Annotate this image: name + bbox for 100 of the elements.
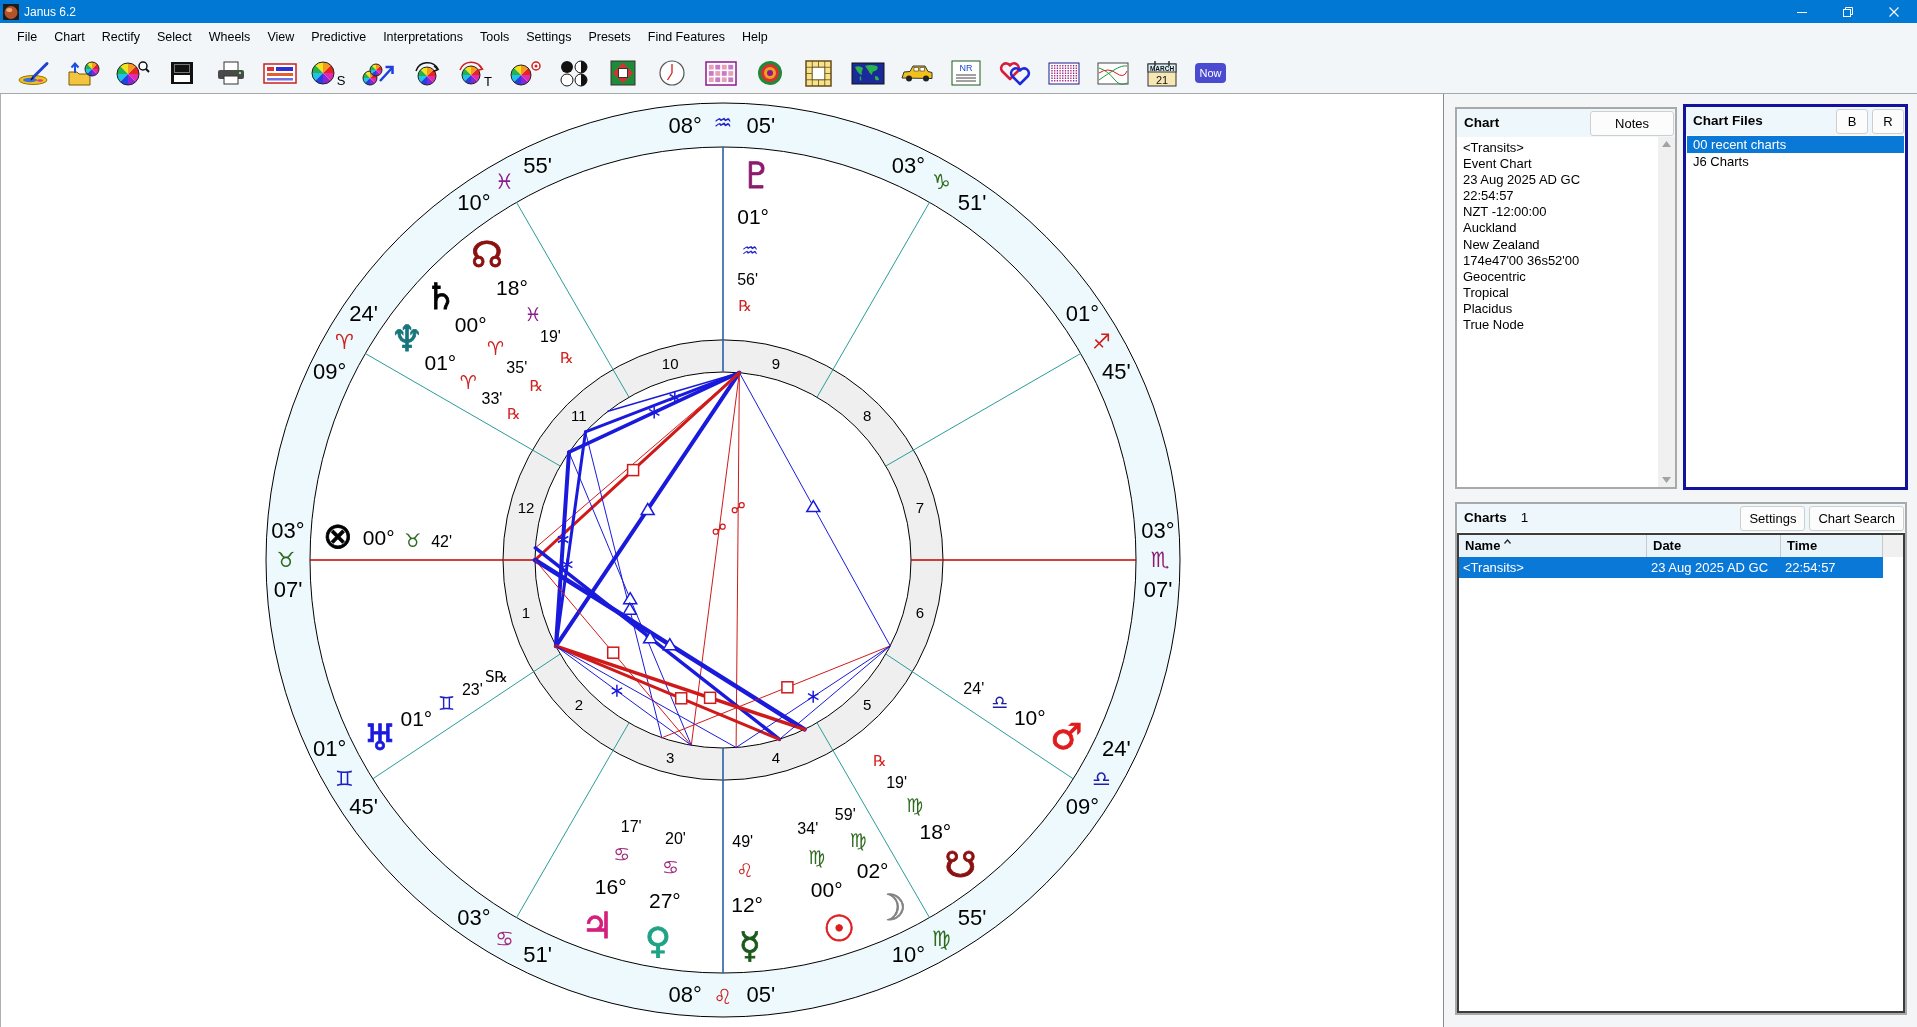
close-icon[interactable] bbox=[1889, 6, 1899, 17]
restore-icon[interactable] bbox=[1843, 6, 1853, 17]
planet-symbol: ☉ bbox=[822, 907, 856, 949]
chart-info-line: Event Chart bbox=[1463, 156, 1533, 173]
zodiac-sign: ♍ bbox=[932, 926, 951, 951]
retrograde-mark: ℞ bbox=[738, 297, 752, 315]
zodiac-sign: ♋ bbox=[495, 926, 514, 951]
panel-button[interactable]: Settings bbox=[1740, 505, 1806, 531]
planet-symbol: ☽ bbox=[874, 887, 907, 929]
panel-title: Chart Files bbox=[1693, 111, 1763, 130]
zodiac-sign: ♍ bbox=[849, 829, 867, 852]
chart-info-line: Tropical bbox=[1463, 284, 1510, 301]
planet-minutes: 20' bbox=[665, 829, 686, 847]
document-icon[interactable]: NR bbox=[948, 58, 983, 87]
opposition-icon bbox=[731, 502, 745, 514]
notes-button[interactable]: Notes bbox=[1590, 110, 1674, 136]
planet-symbol: ♀ bbox=[644, 920, 672, 961]
sextile-icon bbox=[807, 689, 820, 704]
zodiac-sign: ♉ bbox=[404, 528, 422, 551]
planet-minutes: 17' bbox=[620, 818, 642, 836]
zodiac-sign: ♒ bbox=[713, 111, 733, 135]
menu-item[interactable]: Rectify bbox=[93, 23, 149, 52]
cusp-minutes: 55' bbox=[523, 152, 552, 178]
trine-icon bbox=[622, 601, 638, 615]
cusp-minutes: 45' bbox=[1102, 359, 1131, 385]
planet-minutes: 34' bbox=[797, 820, 819, 838]
menu-item[interactable]: Select bbox=[148, 23, 201, 52]
cusp-degree: 10° bbox=[457, 189, 491, 215]
cusp-minutes: 07' bbox=[1143, 577, 1173, 603]
zodiac-sign: ♍ bbox=[906, 794, 923, 817]
house-number: 4 bbox=[771, 748, 780, 766]
zodiac-sign: ♐ bbox=[1092, 329, 1111, 354]
house-number: 6 bbox=[915, 604, 925, 622]
zodiac-sign: ♈ bbox=[487, 336, 504, 359]
menu-item[interactable]: View bbox=[258, 23, 303, 52]
cusp-minutes: 24' bbox=[349, 300, 378, 326]
square-icon bbox=[626, 463, 640, 477]
folder-wheel-icon[interactable] bbox=[66, 58, 101, 87]
house-number: 12 bbox=[517, 498, 535, 516]
planet-minutes: 33' bbox=[481, 389, 503, 407]
menu-item[interactable]: Presets bbox=[579, 23, 640, 52]
now-button[interactable]: Now bbox=[1195, 62, 1226, 83]
table-cell-text: 23 Aug 2025 AD GC bbox=[1650, 559, 1770, 577]
zodiac-sign: ♍ bbox=[808, 845, 825, 868]
retrograde-mark: ℞ bbox=[560, 349, 574, 368]
planet-minutes: 49' bbox=[732, 832, 754, 850]
chart-info-line: 23 Aug 2025 AD GC bbox=[1463, 172, 1582, 189]
planet-symbol: ☊ bbox=[471, 234, 503, 276]
cusp-degree: 01° bbox=[312, 735, 347, 761]
sextile-icon bbox=[561, 557, 574, 572]
menu-item[interactable]: Tools bbox=[471, 23, 518, 52]
square-icon bbox=[606, 646, 620, 659]
menu-item[interactable]: Find Features bbox=[639, 23, 734, 52]
file-list-item[interactable]: 00 recent charts bbox=[1687, 136, 1904, 153]
planet-symbol: ☿ bbox=[738, 924, 761, 966]
trine-icon bbox=[805, 499, 822, 513]
planet-minutes: 24' bbox=[963, 680, 985, 698]
sextile-icon bbox=[648, 405, 661, 420]
menu-item[interactable]: Help bbox=[733, 23, 777, 52]
chart-count: 1 bbox=[1520, 508, 1529, 527]
menu-item[interactable]: Wheels bbox=[200, 23, 259, 52]
panel-button[interactable]: R bbox=[1872, 108, 1904, 134]
planet-symbol: ♂ bbox=[1050, 715, 1083, 757]
menu-item[interactable]: Predictive bbox=[302, 23, 375, 52]
zodiac-sign: ♈ bbox=[459, 370, 477, 393]
sextile-icon bbox=[557, 532, 570, 547]
menu-item[interactable]: File bbox=[8, 23, 46, 52]
table-row[interactable]: <Transits> 23 Aug 2025 AD GC 22:54:57 bbox=[1459, 557, 1883, 578]
house-number: 9 bbox=[771, 354, 780, 372]
square-icon bbox=[781, 681, 794, 694]
planet-degree: 16° bbox=[594, 874, 627, 898]
zodiac-sign: ♓ bbox=[495, 169, 514, 194]
cusp-minutes: 51' bbox=[523, 942, 552, 968]
chart-info-line: NZT -12:00:00 bbox=[1463, 204, 1548, 221]
cusp-degree: 03° bbox=[1141, 517, 1175, 543]
menu-item[interactable]: Settings bbox=[517, 23, 580, 52]
chart-info-line: 174e47'00 36s52'00 bbox=[1463, 252, 1581, 269]
cusp-degree: 01° bbox=[1065, 300, 1100, 326]
wheel-magnifier-icon[interactable] bbox=[115, 58, 150, 87]
planet-degree: 18° bbox=[496, 275, 528, 299]
planet-degree: 00° bbox=[454, 313, 487, 337]
menu-item[interactable]: Interpretations bbox=[374, 23, 472, 52]
file-list-item[interactable]: J6 Charts bbox=[1687, 153, 1904, 170]
panel-title: Chart bbox=[1464, 113, 1500, 132]
planet-degree: 00° bbox=[362, 526, 395, 550]
table-cell-text: <Transits> bbox=[1462, 559, 1525, 577]
trine-icon bbox=[662, 637, 678, 651]
planet-symbol: ♇ bbox=[740, 155, 773, 196]
house-number: 3 bbox=[666, 748, 675, 766]
menu-item[interactable]: Chart bbox=[45, 23, 94, 52]
planet-minutes: 35' bbox=[506, 359, 528, 377]
panel-button[interactable]: B bbox=[1836, 108, 1868, 134]
number-grid-icon[interactable] bbox=[703, 58, 738, 87]
planet-minutes: 23' bbox=[461, 680, 483, 698]
house-number: 8 bbox=[863, 407, 872, 425]
cusp-degree: 09° bbox=[1065, 794, 1100, 820]
panel-button[interactable]: Chart Search bbox=[1809, 505, 1904, 531]
cusp-minutes: 05' bbox=[746, 981, 776, 1007]
app-icon bbox=[3, 3, 19, 20]
wheel-target-icon[interactable] bbox=[507, 58, 542, 87]
